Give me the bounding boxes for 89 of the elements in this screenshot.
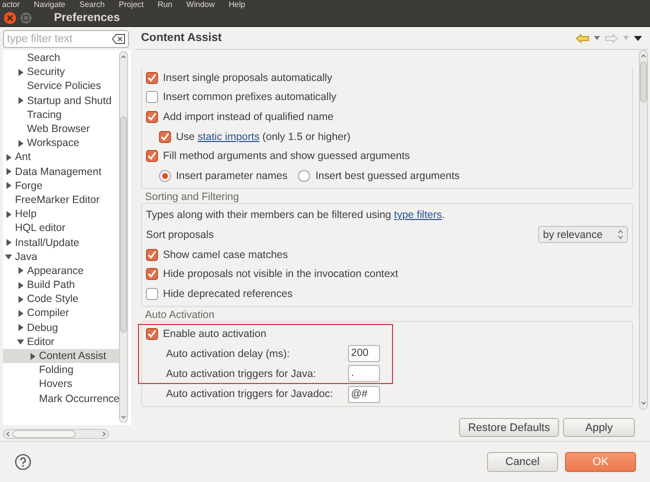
checkbox[interactable] [146, 328, 158, 340]
tree-item[interactable]: Mark Occurrence [3, 392, 119, 406]
menu-item[interactable]: Run [158, 0, 172, 10]
field-label: Auto activation triggers for Javadoc: [166, 388, 334, 400]
radio-button[interactable] [298, 170, 310, 182]
menu-item[interactable]: Search [79, 0, 105, 10]
tree-item[interactable]: Search [3, 51, 119, 66]
view-menu-icon [634, 36, 642, 40]
page-button[interactable]: Restore Defaults [459, 418, 559, 437]
menu-item[interactable]: actor [2, 0, 20, 10]
tree-item[interactable]: Web Browser [3, 122, 119, 136]
dropdown-caret-icon [623, 36, 629, 40]
tree-item[interactable]: Data Management [3, 164, 119, 179]
tree-item[interactable]: Build Path [3, 278, 119, 292]
back-arrow-icon [576, 34, 589, 42]
checkbox[interactable] [146, 72, 158, 84]
radio-label: Insert parameter names [176, 170, 288, 182]
field-label: Sort proposals [146, 228, 214, 241]
checkbox-label: Add import instead of qualified name [163, 110, 334, 123]
forward-arrow-icon [605, 34, 618, 42]
checkbox[interactable] [159, 130, 171, 143]
checkbox[interactable] [146, 268, 158, 280]
tree-item[interactable]: Service Policies [3, 79, 119, 94]
description-text: Types along with their members can be filtered using type filters. [146, 209, 445, 222]
radio-button[interactable] [159, 170, 171, 182]
tree-item[interactable]: Content Assist [3, 348, 119, 364]
collapse-arrow-icon [5, 253, 12, 260]
tree-item[interactable]: Forge [3, 178, 119, 193]
tree-item[interactable]: Compiler [3, 306, 119, 321]
expand-arrow-icon [5, 210, 12, 218]
expand-arrow-icon [5, 239, 12, 246]
checkbox-label: Enable auto activation [163, 328, 266, 340]
tree-item[interactable]: Install/Update [3, 235, 119, 250]
menu-item[interactable]: Help [228, 0, 246, 10]
checkbox[interactable] [146, 150, 158, 162]
cancel-button[interactable]: Cancel [487, 452, 558, 472]
page-button[interactable]: Apply [563, 418, 635, 437]
checkbox-label: Use static imports (only 1.5 or higher) [176, 130, 350, 143]
close-icon [4, 12, 16, 24]
tree-item[interactable]: FreeMarker Editor [3, 192, 119, 208]
field-label: Auto activation triggers for Java: [166, 368, 317, 380]
checkbox-label: Hide deprecated references [163, 288, 293, 300]
expand-arrow-icon [29, 352, 36, 360]
tree-item[interactable]: Ant [3, 150, 119, 164]
link[interactable]: type filters [394, 209, 442, 222]
dropdown-caret-icon [594, 36, 600, 40]
spinner-arrows-icon [618, 230, 623, 240]
checkbox-label: Insert common prefixes automatically [163, 91, 336, 104]
expand-arrow-icon [17, 68, 24, 76]
text-field[interactable]: @# [348, 386, 380, 403]
tree-item[interactable]: Code Style [3, 292, 119, 306]
link[interactable]: static imports [198, 130, 260, 143]
menu-item[interactable]: Window [186, 0, 215, 10]
checkbox[interactable] [146, 248, 158, 261]
radio-label: Insert best guessed arguments [315, 170, 460, 182]
tree-item[interactable]: HQL editor [3, 221, 119, 236]
page-title: Content Assist [141, 32, 222, 44]
menu-item[interactable]: Navigate [34, 0, 66, 10]
tree-item[interactable]: Debug [3, 320, 119, 335]
tree-item[interactable]: Startup and Shutd [3, 94, 119, 108]
tree-item[interactable]: Tracing [3, 108, 119, 122]
tree-item[interactable]: Security [3, 65, 119, 80]
checkbox[interactable] [146, 91, 158, 104]
window-title: Preferences [54, 12, 120, 24]
checkbox[interactable] [146, 110, 158, 123]
checkbox-label: Show camel case matches [163, 248, 288, 261]
text-field[interactable]: . [348, 365, 380, 382]
tree-item[interactable]: Workspace [3, 136, 119, 150]
checkbox[interactable] [146, 288, 158, 300]
tree-item[interactable]: Java [3, 250, 119, 264]
tree-item[interactable]: Folding [3, 363, 119, 378]
section-title: Sorting and Filtering [144, 190, 240, 203]
checkbox-label: Fill method arguments and show guessed arguments [163, 150, 410, 162]
text-field[interactable]: 200 [348, 345, 380, 362]
sort-dropdown[interactable]: by relevance [538, 226, 628, 244]
tree-item[interactable]: Hovers [3, 377, 119, 392]
checkbox-label: Hide proposals not visible in the invocation context [163, 268, 398, 280]
tree-item[interactable]: Appearance [3, 264, 119, 278]
clear-icon [112, 34, 125, 44]
tree-item[interactable]: Editor [3, 334, 119, 349]
expand-arrow-icon [17, 97, 24, 104]
filter-field[interactable]: type filter text [3, 30, 129, 48]
checkbox-label: Insert single proposals automatically [163, 72, 332, 84]
section-title: Auto Activation [144, 308, 216, 321]
tree-item[interactable]: Help [3, 207, 119, 222]
help-icon [15, 454, 31, 470]
collapse-arrow-icon [17, 338, 24, 346]
menu-item[interactable]: Project [118, 0, 144, 10]
field-label: Auto activation delay (ms): [166, 348, 291, 360]
